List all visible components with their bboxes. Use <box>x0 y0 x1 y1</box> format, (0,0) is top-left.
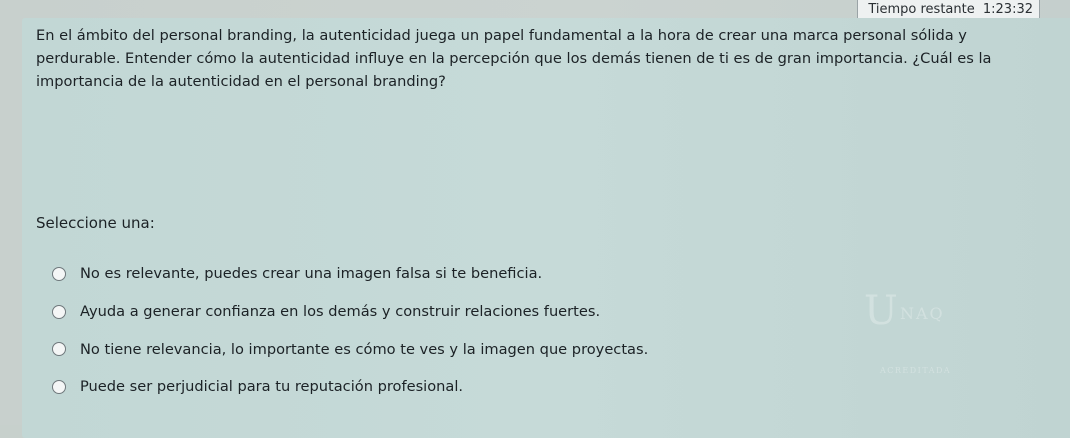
answer-option-c[interactable]: No tiene relevancia, lo importante es có… <box>52 330 852 368</box>
question-box: En el ámbito del personal branding, la a… <box>22 18 1070 438</box>
timer-label: Tiempo restante <box>868 2 975 17</box>
radio-button-a[interactable] <box>52 266 66 281</box>
question-text: En el ámbito del personal branding, la a… <box>36 27 992 90</box>
timer-value: 1:23:32 <box>982 2 1033 17</box>
radio-button-b[interactable] <box>52 304 66 319</box>
answer-label-c: No tiene relevancia, lo importante es có… <box>80 340 649 358</box>
answer-option-d[interactable]: Puede ser perjudicial para tu reputación… <box>52 368 852 406</box>
radio-button-c[interactable] <box>52 342 66 357</box>
answer-label-a: No es relevante, puedes crear una imagen… <box>80 265 543 283</box>
select-one-prompt: Seleccione una: <box>36 214 155 232</box>
radio-button-d[interactable] <box>52 379 66 394</box>
answer-option-a[interactable]: No es relevante, puedes crear una imagen… <box>52 255 852 293</box>
answer-option-b[interactable]: Ayuda a generar confianza en los demás y… <box>52 293 852 331</box>
answer-label-b: Ayuda a generar confianza en los demás y… <box>80 303 601 321</box>
quiz-screen: Tiempo restante 1:23:32 En el ámbito del… <box>0 0 1070 438</box>
answer-label-d: Puede ser perjudicial para tu reputación… <box>80 378 464 396</box>
answer-options: No es relevante, puedes crear una imagen… <box>52 255 852 406</box>
